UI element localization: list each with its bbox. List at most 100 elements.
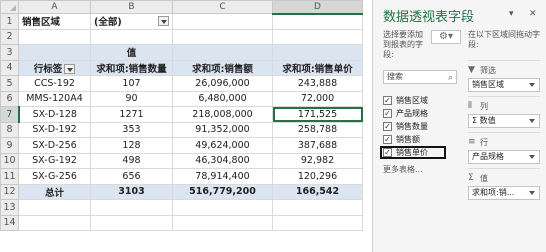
select-all-corner[interactable] (0, 0, 19, 14)
qty-cell[interactable]: 498 (90, 152, 173, 169)
cell[interactable] (18, 28, 91, 45)
amount-cell[interactable]: 91,352,000 (172, 121, 273, 138)
row-number[interactable]: 3 (0, 44, 19, 61)
columns-area-header: ⦀ 列 (468, 100, 540, 112)
cell[interactable] (272, 199, 363, 216)
row-number[interactable]: 9 (0, 137, 19, 154)
column-header-d[interactable]: D (272, 0, 363, 15)
areas-section: 在以下区域间拖动字段: ▼ 筛选 销售区域 ⦀ 列 Σ 数值 ≡ 行 产品规格 Σ值 … (468, 30, 540, 204)
cell[interactable] (90, 199, 173, 216)
cell[interactable] (18, 214, 91, 231)
row-labels-header[interactable]: 行标签 (18, 59, 91, 76)
pivot-cell[interactable] (272, 44, 363, 61)
filter-value-cell[interactable]: (全部) (90, 13, 173, 30)
amount-cell[interactable]: 46,304,800 (172, 152, 273, 169)
row-label[interactable]: SX-D-192 (18, 121, 91, 138)
row-number[interactable]: 10 (0, 152, 19, 169)
field-item-spec[interactable]: ✓ 产品规格 (383, 107, 461, 120)
total-qty[interactable]: 3103 (90, 183, 173, 200)
row-number[interactable]: 1 (0, 13, 19, 30)
cell[interactable] (172, 28, 273, 45)
qty-cell[interactable]: 90 (90, 90, 173, 107)
row-label[interactable]: SX-D-256 (18, 137, 91, 154)
values-area-field[interactable]: 求和项:销... (468, 186, 540, 200)
field-label: 销售单价 (396, 148, 428, 157)
row-number[interactable]: 5 (0, 75, 19, 92)
grand-total-label[interactable]: 总计 (18, 183, 91, 200)
cell[interactable] (272, 214, 363, 231)
qty-cell[interactable]: 656 (90, 168, 173, 185)
close-icon[interactable]: ✕ (529, 9, 537, 19)
row-number[interactable]: 12 (0, 183, 19, 200)
row-label[interactable]: MMS-120A4 (18, 90, 91, 107)
amount-header[interactable]: 求和项:销售额 (172, 59, 273, 76)
cell[interactable] (272, 13, 363, 30)
amount-cell[interactable]: 78,914,400 (172, 168, 273, 185)
column-header-c[interactable]: C (172, 0, 273, 14)
columns-area-field[interactable]: Σ 数值 (468, 114, 540, 128)
checkbox[interactable]: ✓ (383, 96, 392, 105)
filter-area-field[interactable]: 销售区域 (468, 78, 540, 92)
amount-cell[interactable]: 6,480,000 (172, 90, 273, 107)
price-header[interactable]: 求和项:销售单价 (272, 59, 363, 76)
row-number[interactable]: 2 (0, 28, 19, 45)
row-number[interactable]: 11 (0, 168, 19, 185)
filter-field-label: 销售区域 (18, 13, 91, 30)
row-label[interactable]: SX-G-192 (18, 152, 91, 169)
row-number[interactable]: 4 (0, 59, 19, 76)
price-cell[interactable]: 120,296 (272, 168, 363, 185)
qty-cell[interactable]: 128 (90, 137, 173, 154)
checkbox[interactable]: ✓ (383, 122, 392, 131)
row-number[interactable]: 6 (0, 90, 19, 107)
selected-price-cell[interactable]: 171,525 (272, 106, 363, 123)
field-item-region[interactable]: ✓ 销售区域 (383, 94, 461, 107)
price-cell[interactable]: 72,000 (272, 90, 363, 107)
more-tables-link[interactable]: 更多表格... (383, 165, 461, 175)
cell[interactable] (18, 199, 91, 216)
row-number[interactable]: 13 (0, 199, 19, 216)
qty-cell[interactable]: 353 (90, 121, 173, 138)
column-header-b[interactable]: B (90, 0, 173, 14)
pivot-cell[interactable] (18, 44, 91, 61)
pivot-cell[interactable] (172, 44, 273, 61)
field-item-price[interactable]: ✓ 销售单价 (380, 146, 446, 159)
qty-header[interactable]: 求和项:销售数量 (90, 59, 173, 76)
price-cell[interactable]: 92,982 (272, 152, 363, 169)
field-item-qty[interactable]: ✓ 销售数量 (383, 120, 461, 133)
amount-cell[interactable]: 218,008,000 (172, 106, 273, 123)
field-item-amount[interactable]: ✓ 销售额 (383, 133, 461, 146)
pane-options-chevron-icon[interactable]: ▾ (509, 9, 514, 19)
row-number[interactable]: 8 (0, 121, 19, 138)
row-label[interactable]: SX-D-128 (18, 106, 91, 123)
cell[interactable] (172, 199, 273, 216)
total-price[interactable]: 166,542 (272, 183, 363, 200)
row-labels-filter-icon[interactable] (64, 64, 76, 75)
qty-cell[interactable]: 1271 (90, 106, 173, 123)
checkbox[interactable]: ✓ (383, 148, 392, 157)
qty-cell[interactable]: 107 (90, 75, 173, 92)
cell[interactable] (90, 28, 173, 45)
spreadsheet-grid[interactable]: A B C D 1 销售区域 (全部) 2 3 值 4 行标签 求和项:销售数量… (0, 0, 372, 252)
values-title[interactable]: 值 (90, 44, 173, 61)
row-number[interactable]: 14 (0, 214, 19, 231)
cell[interactable] (272, 28, 363, 45)
row-label[interactable]: CCS-192 (18, 75, 91, 92)
cell[interactable] (172, 13, 273, 30)
gear-icon[interactable]: ⚙▾ (431, 30, 461, 44)
search-input[interactable]: 搜索 ⌕ (383, 70, 457, 84)
checkbox[interactable]: ✓ (383, 109, 392, 118)
row-label[interactable]: SX-G-256 (18, 168, 91, 185)
cell[interactable] (172, 214, 273, 231)
price-cell[interactable]: 387,688 (272, 137, 363, 154)
total-amount[interactable]: 516,779,200 (172, 183, 273, 200)
column-header-a[interactable]: A (18, 0, 91, 14)
price-cell[interactable]: 243,888 (272, 75, 363, 92)
row-number[interactable]: 7 (0, 106, 20, 123)
checkbox[interactable]: ✓ (383, 135, 392, 144)
rows-area-field[interactable]: 产品规格 (468, 150, 540, 164)
amount-cell[interactable]: 49,624,000 (172, 137, 273, 154)
amount-cell[interactable]: 26,096,000 (172, 75, 273, 92)
filter-dropdown-icon[interactable] (158, 16, 169, 27)
cell[interactable] (90, 214, 173, 231)
price-cell[interactable]: 258,788 (272, 121, 363, 138)
